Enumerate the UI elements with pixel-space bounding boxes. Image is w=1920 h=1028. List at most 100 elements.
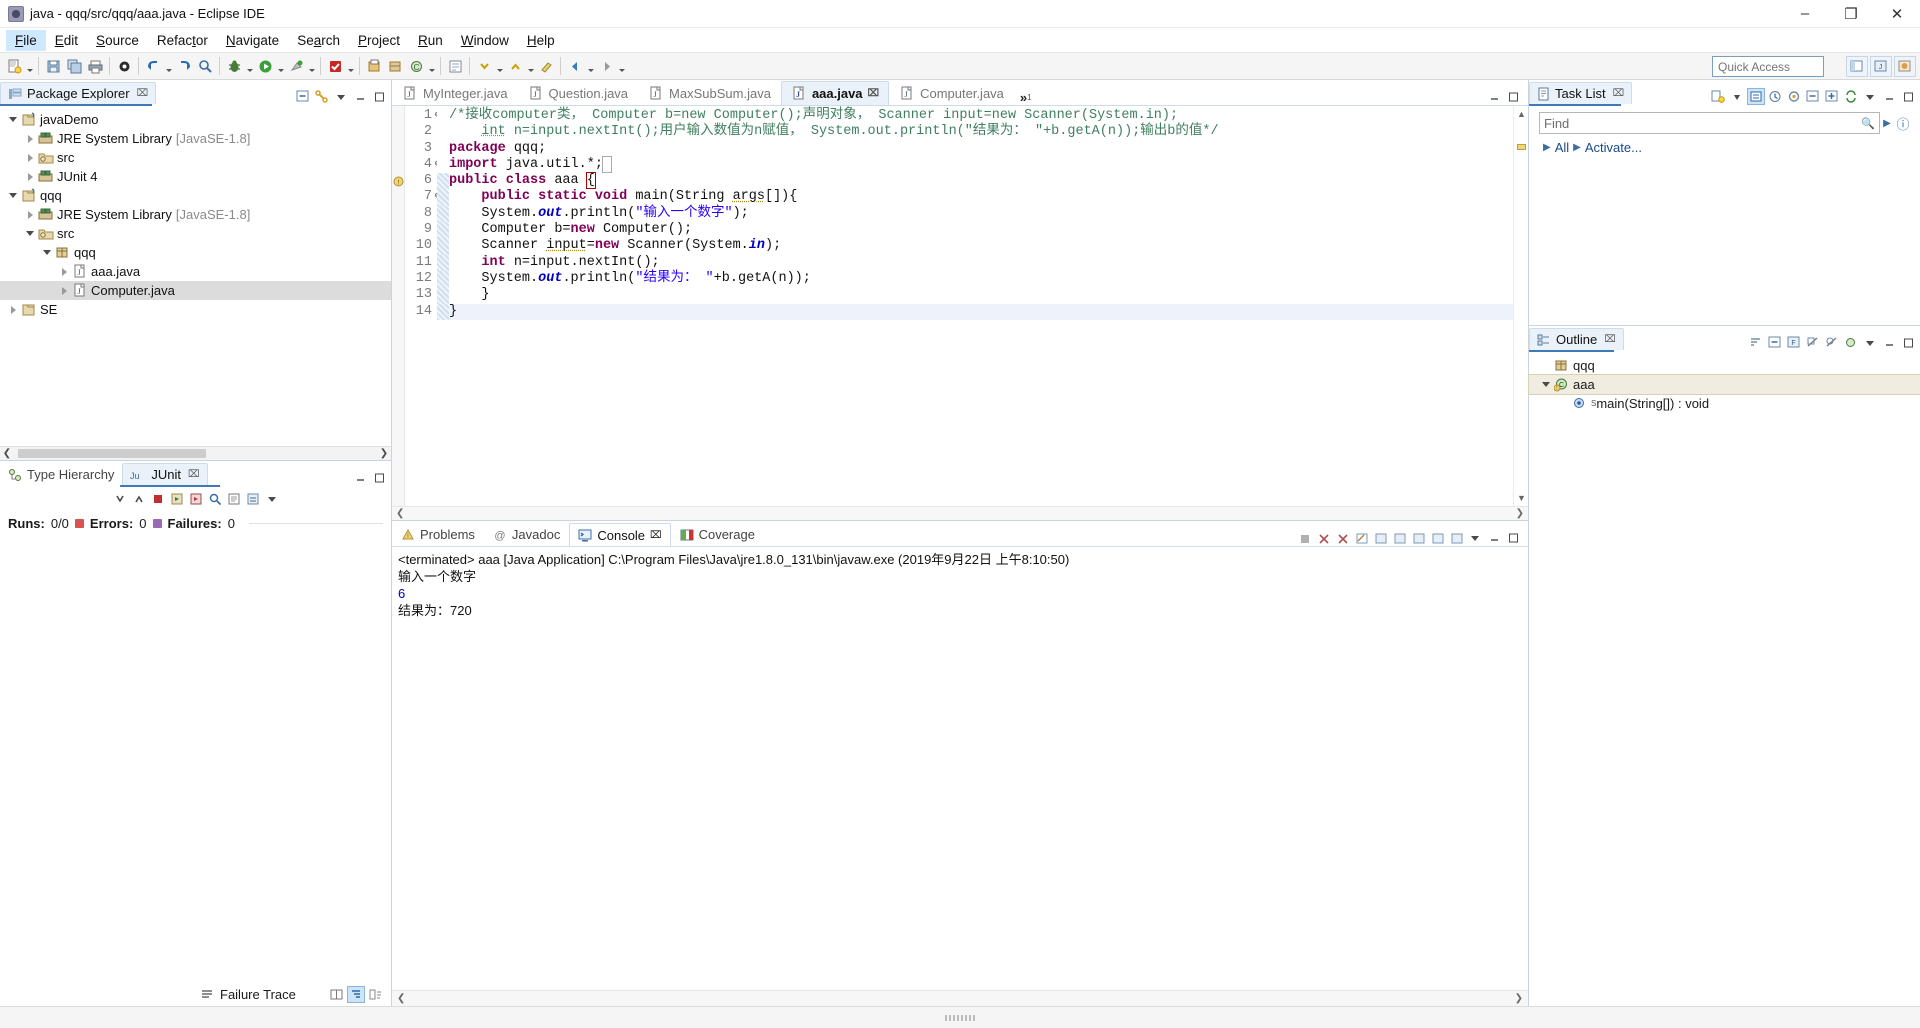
chevron-right-icon[interactable]: [57, 268, 71, 276]
run-external-tools-icon[interactable]: [286, 55, 306, 77]
close-icon[interactable]: ⌧: [1604, 334, 1616, 345]
close-icon[interactable]: ⌧: [1613, 88, 1625, 99]
chevron-down-icon[interactable]: [23, 231, 37, 236]
display-selected-icon[interactable]: [1430, 531, 1446, 546]
scroll-right-icon[interactable]: ❯: [1515, 993, 1523, 1004]
editor-vscrollbar[interactable]: ▲ ▼: [1513, 106, 1528, 506]
task-list-content[interactable]: [1529, 158, 1920, 325]
activate-link[interactable]: Activate...: [1585, 140, 1642, 155]
scroll-lock-icon[interactable]: [1373, 531, 1389, 546]
tree-item-jre-system-library[interactable]: JRE System Library [JavaSE-1.8]: [0, 205, 391, 224]
debug-icon[interactable]: [224, 55, 244, 77]
quick-access-input[interactable]: [1712, 56, 1824, 77]
chevron-right-icon[interactable]: ▶: [1573, 142, 1581, 153]
code-line[interactable]: import java.util.*;: [449, 155, 1513, 173]
menu-file[interactable]: File: [6, 29, 46, 51]
code-line[interactable]: public class aaa {: [449, 172, 1513, 190]
code-line[interactable]: package qqq;: [449, 141, 1513, 157]
menu-run[interactable]: Run: [409, 30, 452, 51]
scroll-right-icon[interactable]: ❯: [1516, 508, 1524, 519]
new-wizard-icon[interactable]: [4, 55, 24, 77]
close-button[interactable]: ✕: [1874, 0, 1920, 28]
tree-item-qqq[interactable]: qqq: [0, 243, 391, 262]
minimize-icon[interactable]: [1488, 91, 1501, 103]
tree-item-junit-4[interactable]: JUnit 4: [0, 167, 391, 186]
view-menu-icon[interactable]: [1862, 335, 1878, 350]
chevron-right-icon[interactable]: [57, 287, 71, 295]
package-explorer-tree[interactable]: javaDemo JRE System Library [JavaSE-1.8] sr…: [0, 106, 391, 446]
find-options-chevron-icon[interactable]: ▶: [1880, 118, 1894, 129]
open-perspective-icon[interactable]: [1846, 56, 1868, 77]
scroll-lock-icon[interactable]: [245, 491, 261, 506]
word-wrap-icon[interactable]: [1392, 531, 1408, 546]
minimize-icon[interactable]: [1881, 89, 1897, 104]
outline-item-main-string-void[interactable]: Smain(String[]) : void: [1529, 394, 1920, 413]
compare-results-icon[interactable]: [329, 987, 345, 1002]
print-icon[interactable]: [85, 55, 105, 77]
rerun-test-icon[interactable]: [169, 491, 185, 506]
search-icon[interactable]: [195, 55, 215, 77]
save-all-icon[interactable]: [64, 55, 84, 77]
code-line[interactable]: }: [449, 287, 1513, 303]
editor-tab-overflow[interactable]: » 1: [1020, 90, 1032, 105]
editor-tab-aaa-java[interactable]: Jaaa.java ⌧: [780, 81, 890, 105]
close-icon[interactable]: ⌧: [868, 88, 880, 99]
menu-edit[interactable]: Edit: [46, 30, 87, 51]
clear-console-icon[interactable]: [1354, 531, 1370, 546]
collapse-all-icon[interactable]: [1767, 335, 1783, 350]
new-package-icon[interactable]: [385, 55, 405, 77]
forward-icon[interactable]: [596, 55, 616, 77]
menu-navigate[interactable]: Navigate: [217, 30, 288, 51]
scroll-down-icon[interactable]: ▼: [1517, 493, 1526, 503]
code-line[interactable]: Scanner input=new Scanner(System.in);: [449, 238, 1513, 254]
code-line[interactable]: int n=input.nextInt();: [449, 255, 1513, 271]
close-icon[interactable]: ⌧: [137, 88, 149, 99]
synchronize-icon[interactable]: [1843, 89, 1859, 104]
previous-annotation-dropdown-icon[interactable]: [526, 55, 535, 77]
tab-package-explorer[interactable]: Package Explorer ⌧: [0, 82, 157, 104]
code-line[interactable]: Computer b=new Computer();: [449, 222, 1513, 238]
close-icon[interactable]: ⌧: [188, 469, 200, 480]
scroll-right-icon[interactable]: ❯: [377, 448, 391, 459]
console-tab-javadoc[interactable]: @ Javadoc: [484, 523, 569, 546]
tree-item-qqq[interactable]: qqq: [0, 186, 391, 205]
search-icon[interactable]: [207, 491, 223, 506]
editor-tab-maxsubsum-java[interactable]: J MaxSubSum.java: [638, 81, 781, 105]
chevron-right-icon[interactable]: [23, 154, 37, 162]
minimize-icon[interactable]: [1487, 531, 1503, 546]
maximize-button[interactable]: ❐: [1828, 0, 1874, 28]
source-code-text[interactable]: /*接收computer类， Computer b=new Computer()…: [449, 106, 1513, 506]
chevron-right-icon[interactable]: [23, 173, 37, 181]
console-tab-problems[interactable]: ! Problems: [392, 523, 484, 546]
folding-ruler[interactable]: [437, 106, 449, 506]
maximize-icon[interactable]: [1900, 335, 1916, 350]
remove-launch-icon[interactable]: [1316, 531, 1332, 546]
minimize-icon[interactable]: [352, 89, 368, 104]
package-explorer-hscroll[interactable]: ❮ ❯: [0, 446, 391, 460]
outline-item-qqq[interactable]: qqq: [1529, 356, 1920, 375]
next-annotation-dropdown-icon[interactable]: [495, 55, 504, 77]
scroll-left-icon[interactable]: ❮: [397, 993, 405, 1004]
open-type-icon[interactable]: [445, 55, 465, 77]
maximize-icon[interactable]: [1900, 89, 1916, 104]
tree-item-aaa-java[interactable]: Jaaa.java: [0, 262, 391, 281]
view-menu-icon[interactable]: [1862, 89, 1878, 104]
schedule-icon[interactable]: [1767, 89, 1783, 104]
stop-icon[interactable]: [150, 491, 166, 506]
tree-item-src[interactable]: src: [0, 224, 391, 243]
outline-item-aaa[interactable]: C! aaa: [1528, 374, 1920, 395]
undo-dropdown-icon[interactable]: [164, 55, 173, 77]
chevron-right-icon[interactable]: [23, 135, 37, 143]
scroll-up-icon[interactable]: ▲: [1517, 109, 1526, 119]
code-line[interactable]: System.out.println("输入一个数字");: [449, 206, 1513, 222]
code-line[interactable]: public static void main(String args[]){: [449, 189, 1513, 205]
view-menu-caret-icon[interactable]: [1729, 89, 1745, 104]
minimize-icon[interactable]: [1881, 335, 1897, 350]
build-icon[interactable]: [114, 55, 134, 77]
code-line[interactable]: }: [449, 303, 1513, 320]
new-class-dropdown-icon[interactable]: [427, 55, 436, 77]
tree-item-se[interactable]: SE: [0, 300, 391, 319]
next-failure-icon[interactable]: [112, 491, 128, 506]
menu-source[interactable]: Source: [87, 30, 148, 51]
maximize-icon[interactable]: [1507, 91, 1520, 103]
